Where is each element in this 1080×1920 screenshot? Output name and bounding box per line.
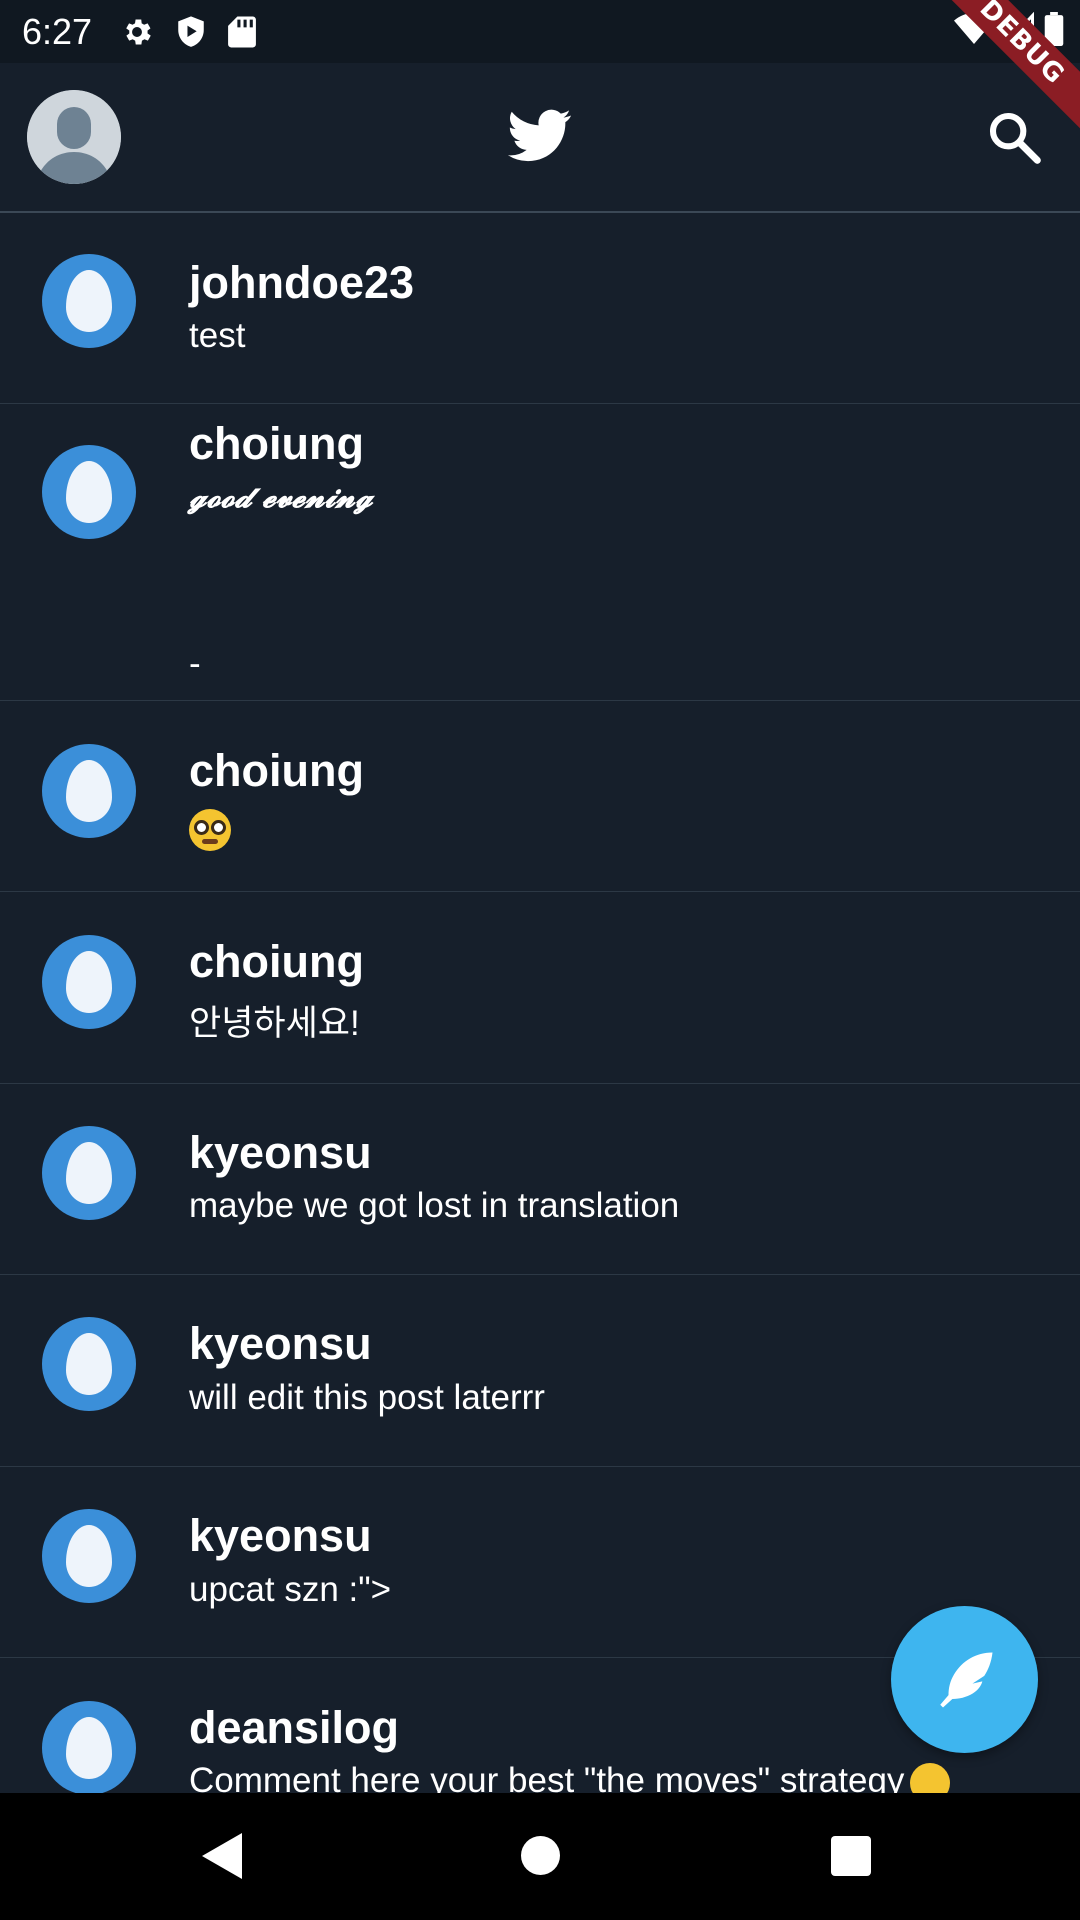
tweet-content: 𝓰𝓸𝓸𝓭 𝓮𝓿𝓮𝓷𝓲𝓷𝓰 bbox=[189, 480, 373, 515]
tweet-item[interactable]: choiung 𝓰𝓸𝓸𝓭 𝓮𝓿𝓮𝓷𝓲𝓷𝓰 - bbox=[0, 404, 1080, 701]
tweet-item[interactable]: choiung 안녕하세요! bbox=[0, 892, 1080, 1084]
feather-compose-icon bbox=[939, 1652, 992, 1707]
gear-icon bbox=[120, 15, 154, 49]
default-profile-avatar-icon bbox=[27, 90, 121, 184]
sd-card-icon bbox=[228, 15, 256, 49]
user-avatar[interactable] bbox=[42, 744, 136, 838]
user-avatar[interactable] bbox=[42, 1126, 136, 1220]
tweet-content: 안녕하세요! bbox=[189, 1004, 360, 1043]
tweet-username[interactable]: kyeonsu bbox=[189, 1127, 372, 1179]
egg-avatar-icon bbox=[66, 270, 112, 332]
egg-avatar-icon bbox=[66, 760, 112, 822]
app-bar bbox=[0, 63, 1080, 213]
search-button[interactable] bbox=[986, 109, 1042, 170]
tweet-username[interactable]: kyeonsu bbox=[189, 1318, 372, 1370]
tweet-item[interactable]: choiung bbox=[0, 701, 1080, 892]
back-icon[interactable] bbox=[202, 1833, 244, 1884]
system-nav-bar bbox=[0, 1793, 1080, 1920]
user-avatar[interactable] bbox=[42, 1509, 136, 1603]
status-time: 6:27 bbox=[22, 10, 93, 52]
tweet-content: will edit this post laterrr bbox=[189, 1378, 545, 1417]
tweet-username[interactable]: choiung bbox=[189, 745, 364, 797]
tweet-username[interactable]: choiung bbox=[189, 936, 364, 988]
tweet-content: upcat szn :"> bbox=[189, 1570, 392, 1609]
disguised-face-emoji-icon bbox=[189, 809, 231, 851]
tweet-content: test bbox=[189, 316, 246, 355]
status-bar: 6:27 bbox=[0, 0, 1080, 63]
compose-tweet-button[interactable] bbox=[891, 1606, 1038, 1753]
tweet-item[interactable]: kyeonsu maybe we got lost in translation bbox=[0, 1084, 1080, 1275]
tweet-username[interactable]: choiung bbox=[189, 418, 364, 470]
user-avatar[interactable] bbox=[42, 1317, 136, 1411]
egg-avatar-icon bbox=[66, 1142, 112, 1204]
home-icon[interactable] bbox=[521, 1836, 560, 1875]
shield-play-icon bbox=[176, 15, 206, 49]
tweet-content-extra: - bbox=[189, 644, 201, 683]
tweet-feed: johndoe23 test choiung 𝓰𝓸𝓸𝓭 𝓮𝓿𝓮𝓷𝓲𝓷𝓰 - ch… bbox=[0, 213, 1080, 1808]
user-avatar[interactable] bbox=[42, 1701, 136, 1795]
search-icon bbox=[989, 112, 1041, 164]
tweet-content-emoji bbox=[189, 809, 231, 860]
user-avatar[interactable] bbox=[42, 935, 136, 1029]
tweet-content: maybe we got lost in translation bbox=[189, 1186, 680, 1225]
recents-icon[interactable] bbox=[831, 1836, 871, 1876]
twitter-bird-icon bbox=[508, 109, 572, 168]
egg-avatar-icon bbox=[66, 951, 112, 1013]
egg-avatar-icon bbox=[66, 1525, 112, 1587]
tweet-item[interactable]: kyeonsu will edit this post laterrr bbox=[0, 1275, 1080, 1467]
user-avatar[interactable] bbox=[42, 254, 136, 348]
egg-avatar-icon bbox=[66, 1333, 112, 1395]
egg-avatar-icon bbox=[66, 461, 112, 523]
tweet-username[interactable]: kyeonsu bbox=[189, 1510, 372, 1562]
tweet-item[interactable]: johndoe23 test bbox=[0, 213, 1080, 404]
egg-avatar-icon bbox=[66, 1717, 112, 1779]
user-avatar[interactable] bbox=[42, 445, 136, 539]
status-icons bbox=[120, 15, 256, 49]
profile-avatar[interactable] bbox=[27, 90, 121, 184]
tweet-username[interactable]: deansilog bbox=[189, 1702, 399, 1754]
tweet-username[interactable]: johndoe23 bbox=[189, 257, 414, 309]
